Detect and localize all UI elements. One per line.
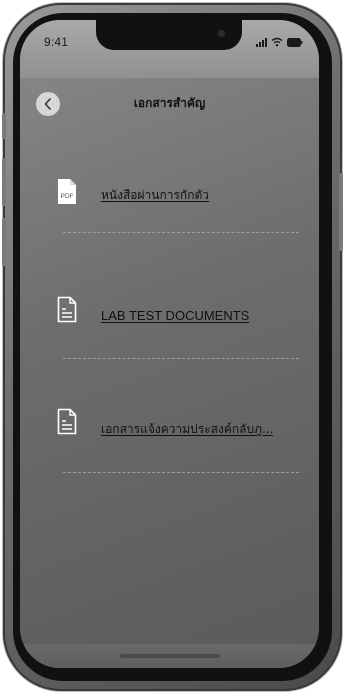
document-link[interactable]: หนังสือผ่านการกักตัว <box>101 186 209 205</box>
home-indicator[interactable] <box>120 654 220 658</box>
screen: 9:41 เอกสารสำคัญ PDF หนังสือผ่านการกักตั… <box>20 20 319 668</box>
document-item[interactable]: LAB TEST DOCUMENTS <box>20 284 319 359</box>
document-icon <box>57 296 77 323</box>
document-link[interactable]: เอกสารแจ้งความประสงค์กลับภู... <box>101 420 273 439</box>
status-icons <box>256 36 303 48</box>
page-title: เอกสารสำคัญ <box>133 96 206 110</box>
svg-text:PDF: PDF <box>61 193 74 200</box>
wifi-icon <box>271 37 283 47</box>
screen-holder: 9:41 เอกสารสำคัญ PDF หนังสือผ่านการกักตั… <box>3 3 342 691</box>
document-item[interactable]: เอกสารแจ้งความประสงค์กลับภู... <box>20 396 319 473</box>
document-icon <box>57 408 77 435</box>
status-time: 9:41 <box>44 35 69 49</box>
notch <box>96 20 242 50</box>
pdf-file-icon: PDF <box>58 179 76 204</box>
battery-icon <box>287 37 303 47</box>
status-bar: 9:41 <box>20 20 319 78</box>
document-item[interactable]: PDF หนังสือผ่านการกักตัว <box>20 168 319 233</box>
document-link[interactable]: LAB TEST DOCUMENTS <box>101 308 249 323</box>
cellular-signal-icon <box>256 37 267 47</box>
header: เอกสารสำคัญ <box>20 78 319 130</box>
device-mockup: 9:41 เอกสารสำคัญ PDF หนังสือผ่านการกักตั… <box>0 0 347 696</box>
divider <box>63 232 299 233</box>
front-camera <box>218 30 225 37</box>
divider <box>63 472 299 473</box>
divider <box>63 358 299 359</box>
